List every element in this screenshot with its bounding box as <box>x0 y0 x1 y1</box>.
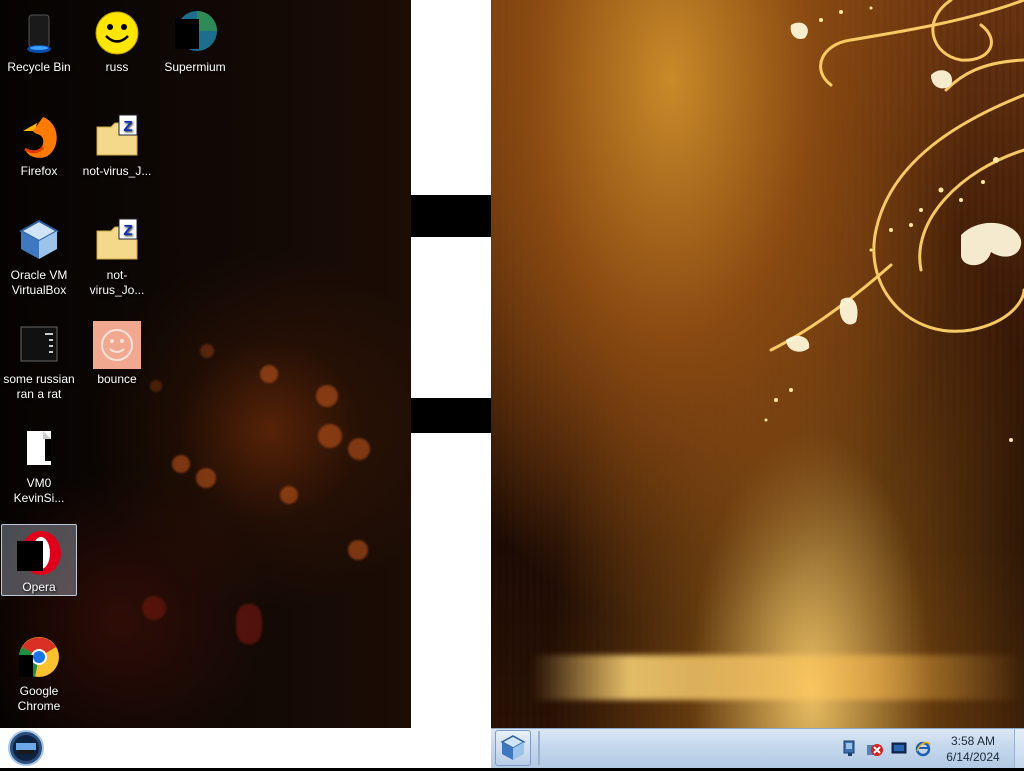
desktop-icon-vm0-kevinsi[interactable]: VM0 KevinSi... <box>1 420 77 507</box>
desktop-icon-google-chrome[interactable]: Google Chrome <box>1 628 77 715</box>
bokeh-light <box>316 385 338 407</box>
bokeh-light <box>348 438 370 460</box>
tray-network-icon[interactable] <box>842 739 858 757</box>
bokeh-light <box>196 468 216 488</box>
desktop-icon-label: Firefox <box>20 164 58 178</box>
opera-icon <box>15 529 63 577</box>
desktop-icon-russ[interactable]: russ <box>79 4 155 76</box>
desktop-icon-not-virus-1[interactable]: Z not-virus_J... <box>79 108 155 180</box>
bokeh-light <box>142 596 166 620</box>
svg-text:Z: Z <box>123 222 132 239</box>
chrome-icon <box>15 633 63 681</box>
gold-swirl-decoration <box>764 0 1024 442</box>
desktop-icon-firefox[interactable]: Firefox <box>1 108 77 180</box>
supermium-browser-icon <box>171 9 219 57</box>
bokeh-light <box>280 486 298 504</box>
desktop-icon-label: Recycle Bin <box>7 60 71 74</box>
desktop-icon-label: some russian ran a rat <box>3 372 75 401</box>
desktop-icon-label: bounce <box>97 372 137 386</box>
desktop-icon-label: Oracle VM VirtualBox <box>10 268 68 297</box>
bokeh-light <box>260 365 278 383</box>
desktop-icon-label: not-virus_Jo... <box>89 268 145 297</box>
desktop-icon-opera[interactable]: Opera <box>1 524 77 596</box>
desktop-icon-recycle-bin[interactable]: Recycle Bin <box>1 4 77 76</box>
taskbar-clock[interactable]: 3:58 AM 6/14/2024 <box>936 733 1010 765</box>
virtualbox-icon <box>15 217 63 265</box>
dark-app-icon <box>15 321 63 369</box>
desktop-icon-label: Google Chrome <box>17 684 61 713</box>
bounce-smiley-icon <box>93 321 141 369</box>
bokeh-light <box>172 455 190 473</box>
blank-region-middle <box>411 237 491 398</box>
tray-ie-icon[interactable] <box>915 739 931 757</box>
blank-region-bottom <box>411 433 491 728</box>
desktop-icon-bounce[interactable]: bounce <box>79 316 155 388</box>
recycle-bin-icon <box>15 9 63 57</box>
error-x-icon <box>867 744 883 756</box>
clock-time: 3:58 AM <box>950 734 996 748</box>
virtualbox-icon <box>500 735 526 760</box>
desktop-icon-label: VM0 KevinSi... <box>13 476 65 505</box>
start-button[interactable] <box>6 730 46 766</box>
taskbar-blank-region <box>0 728 491 768</box>
clock-date: 6/14/2024 <box>946 750 1000 764</box>
document-shortcut-icon <box>15 425 63 473</box>
desktop-icon-some-russian[interactable]: some russian ran a rat <box>1 316 77 403</box>
ie-icon <box>915 741 931 757</box>
bokeh-light <box>200 344 214 358</box>
zip-folder-icon: Z <box>93 217 141 265</box>
taskbar-separator <box>538 731 540 765</box>
start-orb-icon <box>8 730 44 766</box>
desktop-icon-supermium[interactable]: Supermium <box>157 4 233 76</box>
taskbar-app-virtualbox[interactable] <box>495 730 531 766</box>
desktop-icon-virtualbox[interactable]: Oracle VM VirtualBox <box>1 212 77 299</box>
wallpaper-right-panel <box>491 0 1024 728</box>
zip-folder-icon: Z <box>93 113 141 161</box>
desktop-icon-label: Supermium <box>164 60 226 74</box>
smiley-icon <box>93 9 141 57</box>
desktop-icon-label: not-virus_J... <box>82 164 152 178</box>
blank-region-top <box>411 0 491 195</box>
desktop-icon-not-virus-2[interactable]: Z not-virus_Jo... <box>79 212 155 299</box>
desktop-icon-label: russ <box>105 60 129 74</box>
desktop-icon-label: Opera <box>22 580 56 594</box>
tray-error-icon[interactable] <box>866 739 883 757</box>
firefox-icon <box>15 113 63 161</box>
tray-monitor-icon[interactable] <box>891 739 907 757</box>
bokeh-light <box>348 540 368 560</box>
bokeh-light <box>318 424 342 448</box>
network-icon <box>843 740 855 756</box>
monitor-icon <box>891 742 907 754</box>
show-desktop-button[interactable] <box>1014 729 1024 768</box>
svg-text:Z: Z <box>123 118 132 135</box>
bokeh-light <box>236 604 262 644</box>
